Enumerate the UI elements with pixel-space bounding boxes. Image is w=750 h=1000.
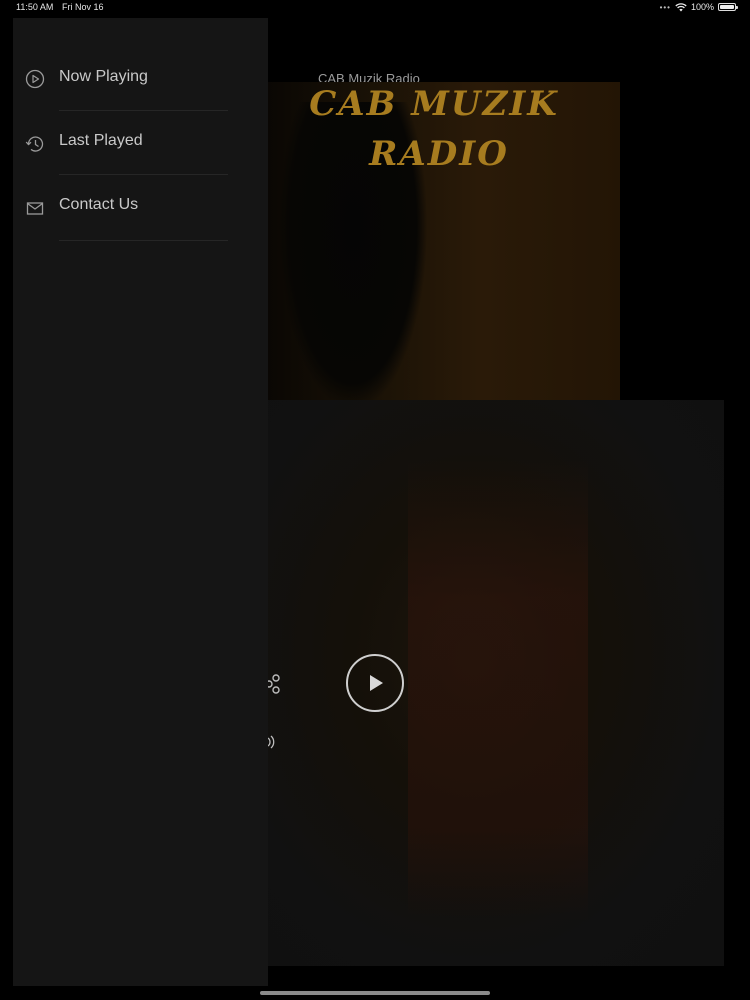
menu-divider xyxy=(59,174,228,175)
station-artwork: CAB MUZIK RADIO xyxy=(268,82,620,400)
history-icon xyxy=(25,136,44,152)
player-panel xyxy=(268,400,724,966)
menu-item-now-playing[interactable]: Now Playing xyxy=(13,58,268,122)
play-button[interactable] xyxy=(346,654,404,712)
home-indicator[interactable] xyxy=(260,991,490,995)
play-icon xyxy=(370,675,383,691)
menu-item-label: Last Played xyxy=(59,132,143,149)
play-circle-icon xyxy=(25,69,45,89)
logo-line-2: RADIO xyxy=(369,134,509,174)
panel-background-art xyxy=(408,460,588,920)
menu-item-last-played[interactable]: Last Played xyxy=(13,122,268,186)
menu-divider xyxy=(59,110,228,111)
side-drawer: Now Playing Last Played Contact Us xyxy=(13,18,268,986)
mail-icon xyxy=(26,202,44,215)
menu-item-label: Now Playing xyxy=(59,68,148,85)
menu-item-label: Contact Us xyxy=(59,196,139,213)
menu-item-contact-us[interactable]: Contact Us xyxy=(13,186,268,250)
menu-divider xyxy=(59,240,228,241)
logo-line-1: CAB MUZIK xyxy=(309,84,559,124)
